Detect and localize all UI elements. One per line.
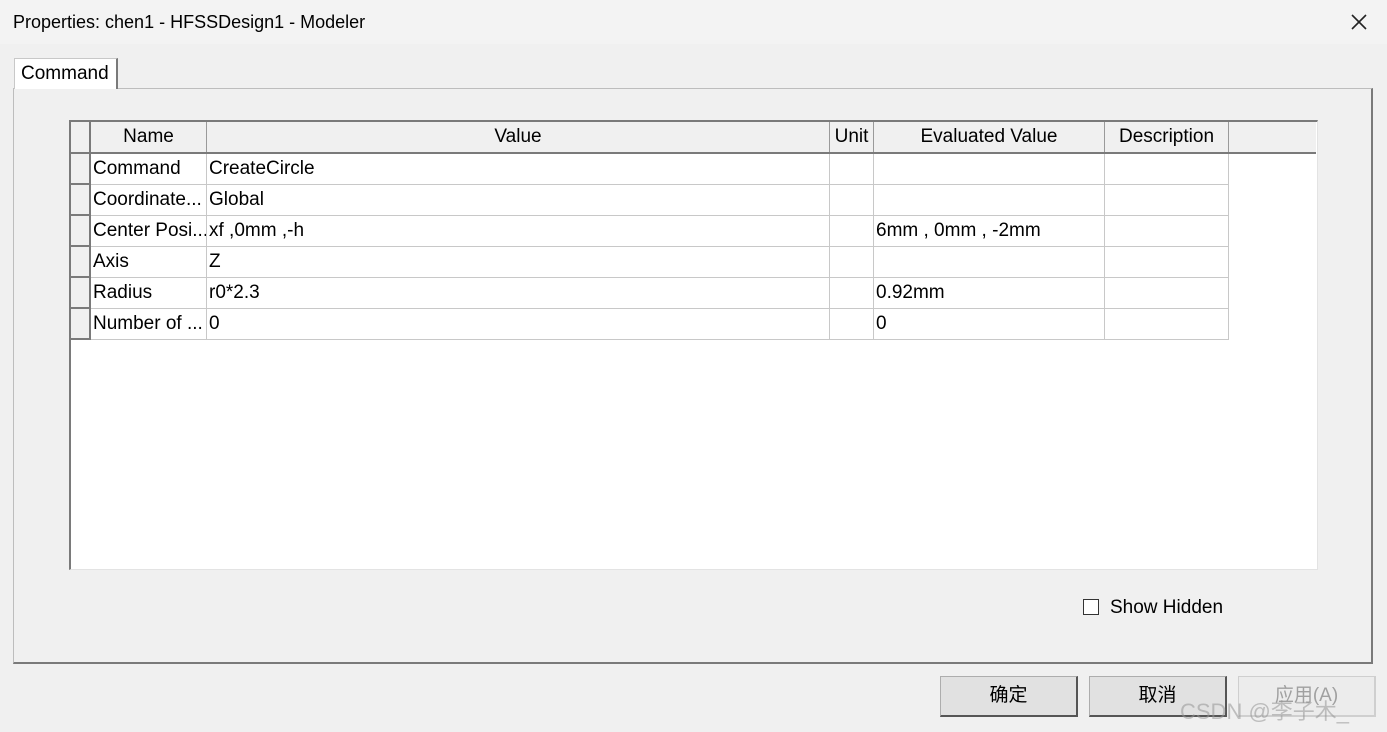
cell-unit[interactable] xyxy=(830,154,874,185)
cell-unit[interactable] xyxy=(830,247,874,278)
checkbox-box[interactable] xyxy=(1083,599,1099,615)
row-header[interactable] xyxy=(71,185,91,216)
cell-name[interactable]: Radius xyxy=(91,278,207,309)
cell-evaluated-value[interactable] xyxy=(874,185,1105,216)
cell-value[interactable]: CreateCircle xyxy=(207,154,830,185)
row-header[interactable] xyxy=(71,216,91,247)
cell-name[interactable]: Center Posi... xyxy=(91,216,207,247)
column-header-unit[interactable]: Unit xyxy=(830,122,874,152)
cell-evaluated-value[interactable]: 6mm , 0mm , -2mm xyxy=(874,216,1105,247)
title-bar: Properties: chen1 - HFSSDesign1 - Modele… xyxy=(0,0,1387,44)
show-hidden-label: Show Hidden xyxy=(1110,597,1224,618)
cell-value[interactable]: 0 xyxy=(207,309,830,340)
column-header-name[interactable]: Name xyxy=(91,122,207,152)
watermark: CSDN @李子木_ xyxy=(1180,699,1350,724)
tab-label: Command xyxy=(21,63,109,84)
cell-description[interactable] xyxy=(1105,185,1229,216)
cell-value[interactable]: r0*2.3 xyxy=(207,278,830,309)
cell-evaluated-value[interactable]: 0.92mm xyxy=(874,278,1105,309)
ok-button[interactable]: 确定 xyxy=(940,676,1078,717)
row-header[interactable] xyxy=(71,309,91,340)
cell-evaluated-value[interactable] xyxy=(874,154,1105,185)
column-header-evaluated-value[interactable]: Evaluated Value xyxy=(874,122,1105,152)
cell-description[interactable] xyxy=(1105,247,1229,278)
cell-description[interactable] xyxy=(1105,216,1229,247)
cell-description[interactable] xyxy=(1105,154,1229,185)
cell-name[interactable]: Coordinate... xyxy=(91,185,207,216)
cell-name[interactable]: Number of ... xyxy=(91,309,207,340)
row-header[interactable] xyxy=(71,247,91,278)
cell-value[interactable]: xf ,0mm ,-h xyxy=(207,216,830,247)
close-icon xyxy=(1351,14,1367,30)
cell-description[interactable] xyxy=(1105,278,1229,309)
corner-cell xyxy=(71,122,91,152)
row-header[interactable] xyxy=(71,154,91,185)
cell-name[interactable]: Axis xyxy=(91,247,207,278)
grid-header: Name Value Unit Evaluated Value Descript… xyxy=(71,122,1316,154)
cell-unit[interactable] xyxy=(830,278,874,309)
cell-value[interactable]: Z xyxy=(207,247,830,278)
window-title: Properties: chen1 - HFSSDesign1 - Modele… xyxy=(13,12,366,32)
close-button[interactable] xyxy=(1331,0,1387,44)
cell-unit[interactable] xyxy=(830,309,874,340)
cell-unit[interactable] xyxy=(830,185,874,216)
cell-name[interactable]: Command xyxy=(91,154,207,185)
cell-value[interactable]: Global xyxy=(207,185,830,216)
column-header-description[interactable]: Description xyxy=(1105,122,1229,152)
cell-evaluated-value[interactable] xyxy=(874,247,1105,278)
tab-command[interactable]: Command xyxy=(14,58,118,89)
cell-description[interactable] xyxy=(1105,309,1229,340)
cell-evaluated-value[interactable]: 0 xyxy=(874,309,1105,340)
properties-grid: Name Value Unit Evaluated Value Descript… xyxy=(69,120,1318,570)
cell-unit[interactable] xyxy=(830,216,874,247)
row-header[interactable] xyxy=(71,278,91,309)
column-header-value[interactable]: Value xyxy=(207,122,830,152)
